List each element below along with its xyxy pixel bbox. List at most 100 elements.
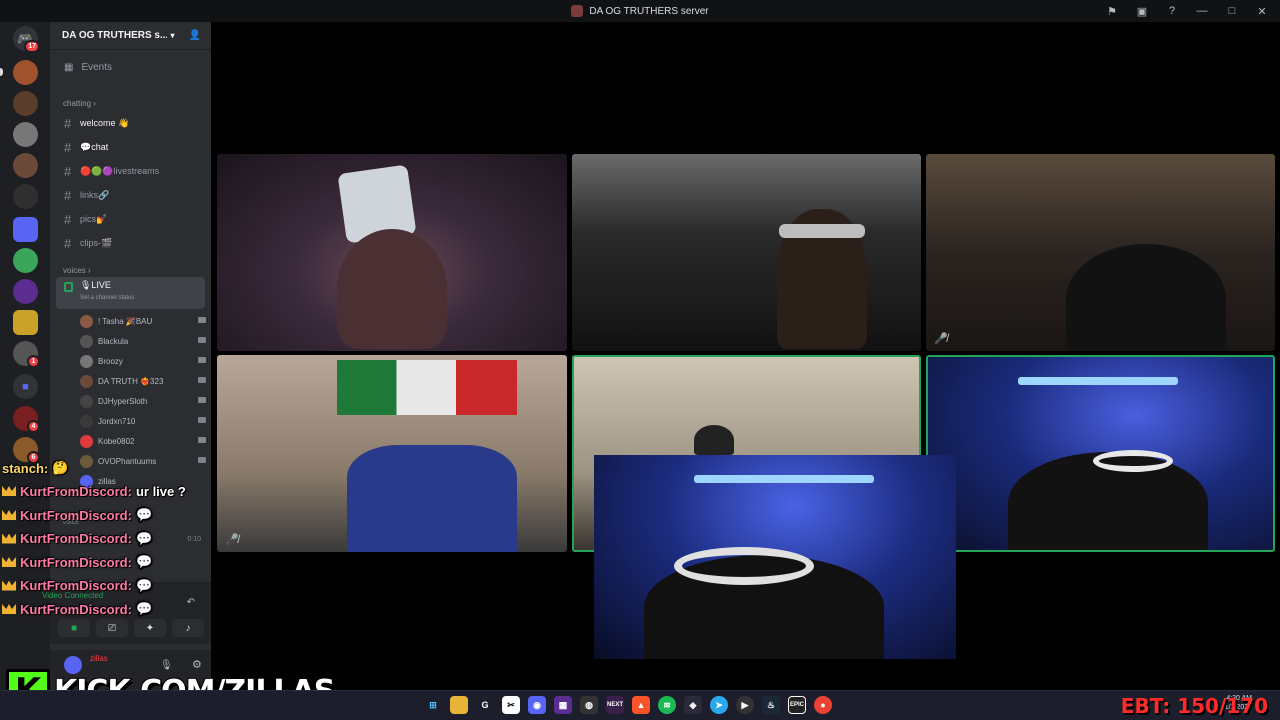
help-icon[interactable]: ? [1164, 3, 1180, 19]
server-1[interactable] [13, 60, 38, 85]
voice-user[interactable]: ! Tasha 🎉BAU [80, 311, 210, 331]
server-13[interactable]: 6 [13, 437, 40, 464]
server-3[interactable] [13, 122, 38, 147]
voice-user-name: Jordxn710 [98, 416, 136, 426]
next-icon[interactable]: NEXT [606, 696, 624, 714]
avatar [80, 434, 93, 448]
channel-name: welcome 👋 [80, 117, 130, 128]
chat-message: KurtFromDiscord: 💬 [2, 507, 152, 523]
chrome-icon[interactable]: ● [814, 696, 832, 714]
capcut-icon[interactable]: ✂ [502, 696, 520, 714]
server-4[interactable] [13, 153, 38, 178]
brave-icon[interactable]: ▲ [632, 696, 650, 714]
folder-button[interactable]: ■ [13, 374, 38, 399]
close-icon[interactable]: ✕ [1254, 3, 1270, 19]
led-strip-shape [1018, 377, 1178, 385]
spotify-icon[interactable]: ≋ [658, 696, 676, 714]
voice-user-name: ! Tasha 🎉BAU [98, 316, 153, 326]
chat-text: 🤔 [52, 460, 69, 475]
channel-item[interactable]: # welcome 👋 [56, 112, 205, 134]
steam-icon[interactable]: ♨ [762, 696, 780, 714]
video-tile-1[interactable] [217, 154, 567, 351]
category-voices[interactable]: Voices › [63, 266, 211, 275]
activities-button[interactable]: ✦ [134, 619, 166, 637]
channel-status-placeholder[interactable]: Set a channel status [80, 295, 197, 301]
server-12-badge: 4 [27, 420, 40, 433]
apps-icon[interactable]: ▦ [554, 696, 572, 714]
voice-user-name: DA TRUTH ❤️‍🔥323 [98, 376, 164, 386]
chat-message: KurtFromDiscord: 💬 [2, 601, 152, 617]
camera-on-icon [198, 397, 206, 403]
telegram-icon[interactable]: ➤ [710, 696, 728, 714]
server-9[interactable] [13, 310, 38, 335]
chat-message: KurtFromDiscord: 💬 [2, 531, 152, 547]
server-2[interactable] [13, 91, 38, 116]
channel-item[interactable]: # pics💅 [56, 208, 205, 230]
chat-username: KurtFromDiscord: [20, 601, 132, 617]
channel-item[interactable]: # 💬chat [56, 136, 205, 158]
soundboard-button[interactable]: ♪ [172, 619, 204, 637]
headband-shape [779, 224, 865, 238]
chat-username: stanch: [2, 460, 49, 476]
voice-user-name: Broozy [98, 356, 123, 366]
headphones-shape-2 [674, 547, 814, 585]
obs-icon[interactable]: ◍ [580, 696, 598, 714]
events-label: Events [81, 62, 113, 73]
category-voices-label: Voices [63, 266, 86, 275]
voice-channel-live[interactable]: 🎙LIVE Set a channel status [56, 277, 205, 309]
server-8[interactable] [13, 279, 38, 304]
vpn-icon[interactable]: ◈ [684, 696, 702, 714]
home-unread-badge: 17 [24, 40, 40, 53]
google-icon[interactable]: G [476, 696, 494, 714]
add-member-icon[interactable]: 👤 [189, 30, 201, 41]
camera-on-icon [198, 337, 206, 343]
start-icon[interactable]: ⊞ [424, 696, 442, 714]
maximize-icon[interactable]: □ [1224, 3, 1240, 19]
video-tile-3[interactable]: 🎤̸ [926, 154, 1275, 351]
title-bar: DA OG TRUTHERS server ⚑ ▣ ? — □ ✕ [0, 0, 1280, 22]
voice-user[interactable]: Blackula [80, 331, 210, 351]
video-tile-4[interactable]: 🎤̸ [217, 355, 567, 552]
taskbar-icons: ⊞ G ✂ ◉ ▦ ◍ NEXT ▲ ≋ ◈ ➤ ▶ ♨ EPIC ● [424, 696, 832, 714]
channel-name: pics💅 [80, 213, 108, 224]
server-6[interactable] [13, 217, 38, 242]
flag-icon[interactable]: ⚑ [1104, 3, 1120, 19]
hash-icon: # [64, 235, 72, 251]
media-player-icon[interactable]: ▶ [736, 696, 754, 714]
channel-item[interactable]: # 🔴🟢🟣livestreams [56, 160, 205, 182]
voice-user-name: Kobe0802 [98, 436, 135, 446]
camera-on-icon [198, 357, 206, 363]
active-server-pill [0, 68, 3, 76]
server-header[interactable]: DA OG TRUTHERS s... ▾ 👤 [50, 22, 211, 50]
avatar [80, 354, 93, 368]
video-tile-6[interactable] [926, 355, 1275, 552]
hash-icon: # [64, 187, 72, 203]
person-shape-4 [347, 445, 517, 552]
events-item[interactable]: ▦ Events [56, 58, 205, 77]
voice-user[interactable]: Broozy [80, 351, 210, 371]
inbox-icon[interactable]: ▣ [1134, 3, 1150, 19]
chat-username: KurtFromDiscord: [20, 554, 132, 570]
voice-user[interactable]: Kobe0802 [80, 431, 210, 451]
channel-name: 🔴🟢🟣livestreams [80, 165, 160, 176]
server-10[interactable]: 1 [13, 341, 40, 368]
screen-share-button[interactable]: ⎚ [96, 619, 128, 637]
voice-user[interactable]: DJHyperSloth [80, 391, 210, 411]
channel-item[interactable]: # links🔗 [56, 184, 205, 206]
category-chatting[interactable]: chatting › [63, 99, 211, 108]
server-7[interactable] [13, 248, 38, 273]
camera-on-icon [198, 417, 206, 423]
minimize-icon[interactable]: — [1194, 3, 1210, 19]
voice-user[interactable]: Jordxn710 [80, 411, 210, 431]
camera-button[interactable]: ■ [58, 619, 90, 637]
server-5[interactable] [13, 184, 38, 209]
discord-icon[interactable]: ◉ [528, 696, 546, 714]
video-tile-2[interactable] [572, 154, 921, 351]
home-button[interactable]: 🎮 17 [13, 26, 40, 53]
ebt-counter: EBT: 150/170 [1120, 694, 1268, 718]
server-12[interactable]: 4 [13, 406, 40, 433]
voice-user[interactable]: DA TRUTH ❤️‍🔥323 [80, 371, 210, 391]
file-explorer-icon[interactable] [450, 696, 468, 714]
channel-item[interactable]: # clips-🎬 [56, 232, 205, 254]
epic-icon[interactable]: EPIC [788, 696, 806, 714]
